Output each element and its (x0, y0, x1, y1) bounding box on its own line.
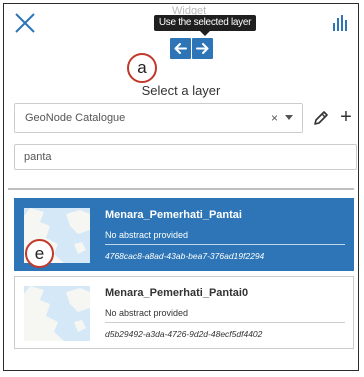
annotation-marker-e: e (25, 239, 54, 268)
annotation-marker-a: a (127, 53, 157, 83)
divider (8, 188, 354, 190)
chevron-down-icon[interactable] (285, 115, 293, 120)
layer-thumbnail-map (24, 286, 90, 341)
result-card-selected[interactable]: Menara_Pemerhati_Pantai No abstract prov… (14, 198, 354, 271)
search-input[interactable] (14, 144, 357, 170)
arrow-left-icon (174, 43, 187, 54)
result-id: d5b29492-a3da-4726-9d2d-48ecf5df4402 (105, 329, 263, 339)
catalog-select[interactable]: GeoNode Catalogue × (14, 103, 303, 133)
plus-icon[interactable]: + (335, 106, 357, 128)
catalog-select-value: GeoNode Catalogue (25, 112, 126, 124)
bar-chart-icon[interactable] (332, 15, 348, 31)
result-divider (105, 322, 345, 323)
prev-button[interactable] (170, 38, 191, 59)
tooltip-arrow (200, 31, 210, 36)
next-button[interactable] (192, 38, 213, 59)
arrow-right-icon (196, 43, 209, 54)
result-title: Menara_Pemerhati_Pantai0 (105, 287, 249, 299)
result-title: Menara_Pemerhati_Pantai (105, 209, 242, 221)
pencil-icon[interactable] (311, 108, 331, 128)
nav-button-group (170, 38, 213, 59)
result-abstract: No abstract provided (105, 308, 189, 318)
result-card[interactable]: Menara_Pemerhati_Pantai0 No abstract pro… (14, 276, 354, 349)
tooltip-use-selected-layer: Use the selected layer (154, 15, 256, 31)
result-id: 4768cac8-a8ad-43ab-bea7-376ad19f2294 (105, 251, 265, 261)
widget-panel: Widget Use the selected layer Select a l… (3, 3, 359, 371)
result-divider (105, 244, 345, 245)
clear-icon[interactable]: × (271, 111, 278, 125)
close-icon[interactable] (14, 12, 36, 34)
result-abstract: No abstract provided (105, 230, 189, 240)
section-label: Select a layer (141, 83, 221, 98)
